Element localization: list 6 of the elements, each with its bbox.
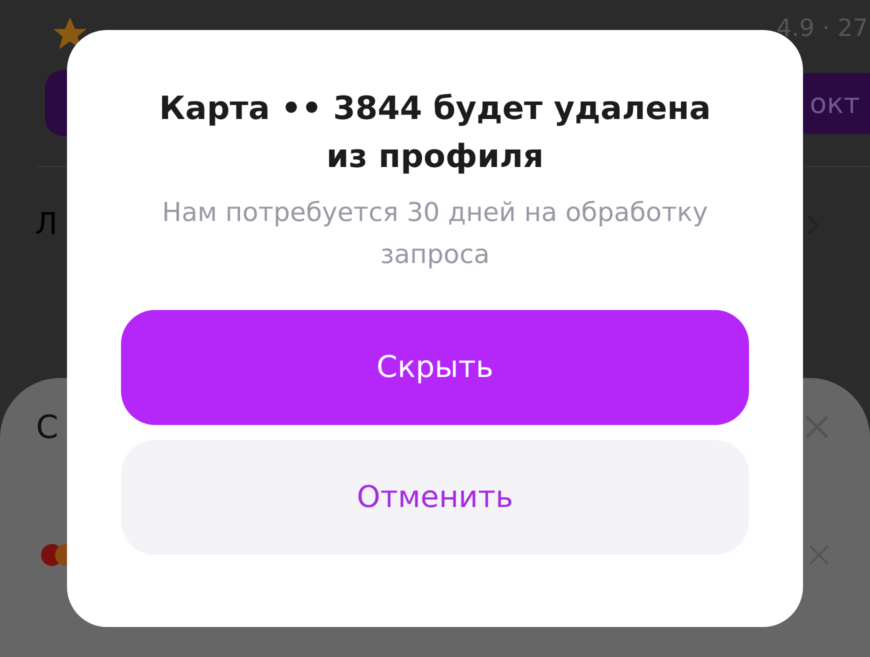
dialog-title: Карта •• 3844 будет удалена из профиля <box>158 88 712 177</box>
close-icon[interactable] <box>804 414 830 440</box>
hide-button[interactable]: Скрыть <box>121 310 749 425</box>
dialog-message: Нам потребуется 30 дней на обработку запроса <box>161 197 709 272</box>
sheet-title: С <box>36 408 58 446</box>
cancel-button[interactable]: Отменить <box>121 440 749 555</box>
